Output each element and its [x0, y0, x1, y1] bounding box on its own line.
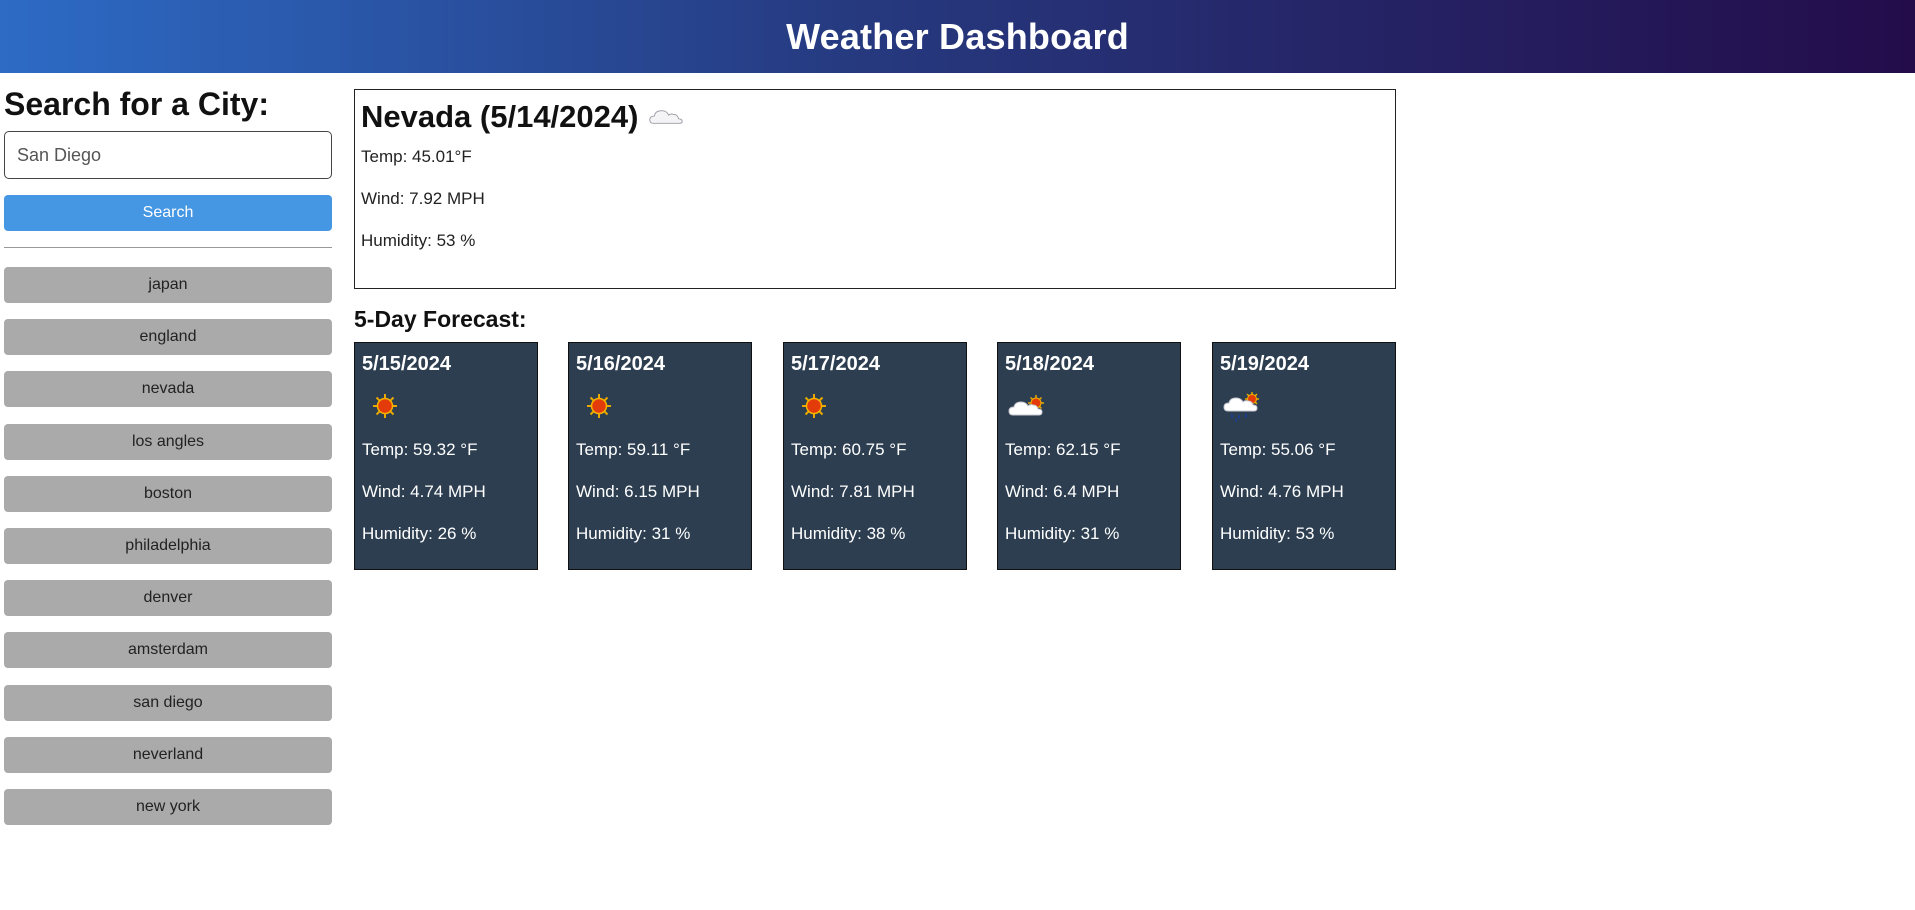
forecast-temp: Temp: 59.32 °F: [362, 440, 478, 459]
history-button-nevada[interactable]: nevada: [4, 371, 332, 407]
forecast-date: 5/17/2024: [791, 353, 880, 375]
forecast-card: 5/15/2024 Temp: 59.32 °F Wind: 4.74 MPH …: [354, 342, 538, 570]
search-heading: Search for a City:: [4, 86, 269, 122]
history-button-boston[interactable]: boston: [4, 476, 332, 512]
partly-cloudy-icon: [1008, 389, 1048, 423]
history-button-amsterdam[interactable]: amsterdam: [4, 632, 332, 668]
forecast-date: 5/15/2024: [362, 353, 451, 375]
forecast-date: 5/18/2024: [1005, 353, 1094, 375]
app-title: Weather Dashboard: [786, 15, 1129, 57]
forecast-wind: Wind: 6.4 MPH: [1005, 482, 1120, 501]
forecast-humidity: Humidity: 31 %: [576, 524, 691, 543]
current-weather-panel: Nevada (5/14/2024) Temp: 45.01°F Wind: 7…: [354, 89, 1396, 289]
forecast-temp: Temp: 62.15 °F: [1005, 440, 1121, 459]
forecast-temp: Temp: 55.06 °F: [1220, 440, 1336, 459]
history-button-england[interactable]: england: [4, 319, 332, 355]
history-button-japan[interactable]: japan: [4, 267, 332, 303]
history-button-los-angles[interactable]: los angles: [4, 424, 332, 460]
sun-icon: [579, 389, 619, 423]
rain-sun-icon: [1223, 389, 1263, 423]
search-button[interactable]: Search: [4, 195, 332, 231]
history-button-denver[interactable]: denver: [4, 580, 332, 616]
cloud-icon: [648, 107, 684, 127]
sidebar-divider: [4, 247, 332, 248]
app-header: Weather Dashboard: [0, 0, 1915, 73]
current-wind: Wind: 7.92 MPH: [361, 189, 485, 208]
forecast-date: 5/16/2024: [576, 353, 665, 375]
current-temp: Temp: 45.01°F: [361, 147, 472, 166]
forecast-wind: Wind: 7.81 MPH: [791, 482, 915, 501]
forecast-humidity: Humidity: 38 %: [791, 524, 906, 543]
sun-icon: [794, 389, 834, 423]
forecast-date: 5/19/2024: [1220, 353, 1309, 375]
current-city-date: Nevada (5/14/2024): [361, 99, 639, 134]
current-humidity: Humidity: 53 %: [361, 231, 476, 250]
history-button-philadelphia[interactable]: philadelphia: [4, 528, 332, 564]
forecast-card: 5/19/2024 Temp: 55.06 °F Wind: 4.76 MPH …: [1212, 342, 1396, 570]
forecast-heading: 5-Day Forecast:: [354, 306, 527, 332]
forecast-humidity: Humidity: 26 %: [362, 524, 477, 543]
forecast-temp: Temp: 59.11 °F: [576, 440, 691, 459]
forecast-wind: Wind: 4.74 MPH: [362, 482, 486, 501]
forecast-humidity: Humidity: 31 %: [1005, 524, 1120, 543]
forecast-card: 5/18/2024 Temp: 62.15 °F Wind: 6.4 MPH H…: [997, 342, 1181, 570]
forecast-card: 5/16/2024 Temp: 59.11 °F Wind: 6.15 MPH …: [568, 342, 752, 570]
search-sidebar: Search for a City: Search japan england …: [4, 84, 332, 825]
forecast-wind: Wind: 4.76 MPH: [1220, 482, 1344, 501]
forecast-card: 5/17/2024 Temp: 60.75 °F Wind: 7.81 MPH …: [783, 342, 967, 570]
sun-icon: [365, 389, 405, 423]
history-button-neverland[interactable]: neverland: [4, 737, 332, 773]
forecast-temp: Temp: 60.75 °F: [791, 440, 907, 459]
forecast-humidity: Humidity: 53 %: [1220, 524, 1335, 543]
current-weather-title: Nevada (5/14/2024): [361, 98, 1389, 136]
history-button-san-diego[interactable]: san diego: [4, 685, 332, 721]
history-button-new-york[interactable]: new york: [4, 789, 332, 825]
city-search-input[interactable]: [4, 131, 332, 179]
forecast-wind: Wind: 6.15 MPH: [576, 482, 700, 501]
